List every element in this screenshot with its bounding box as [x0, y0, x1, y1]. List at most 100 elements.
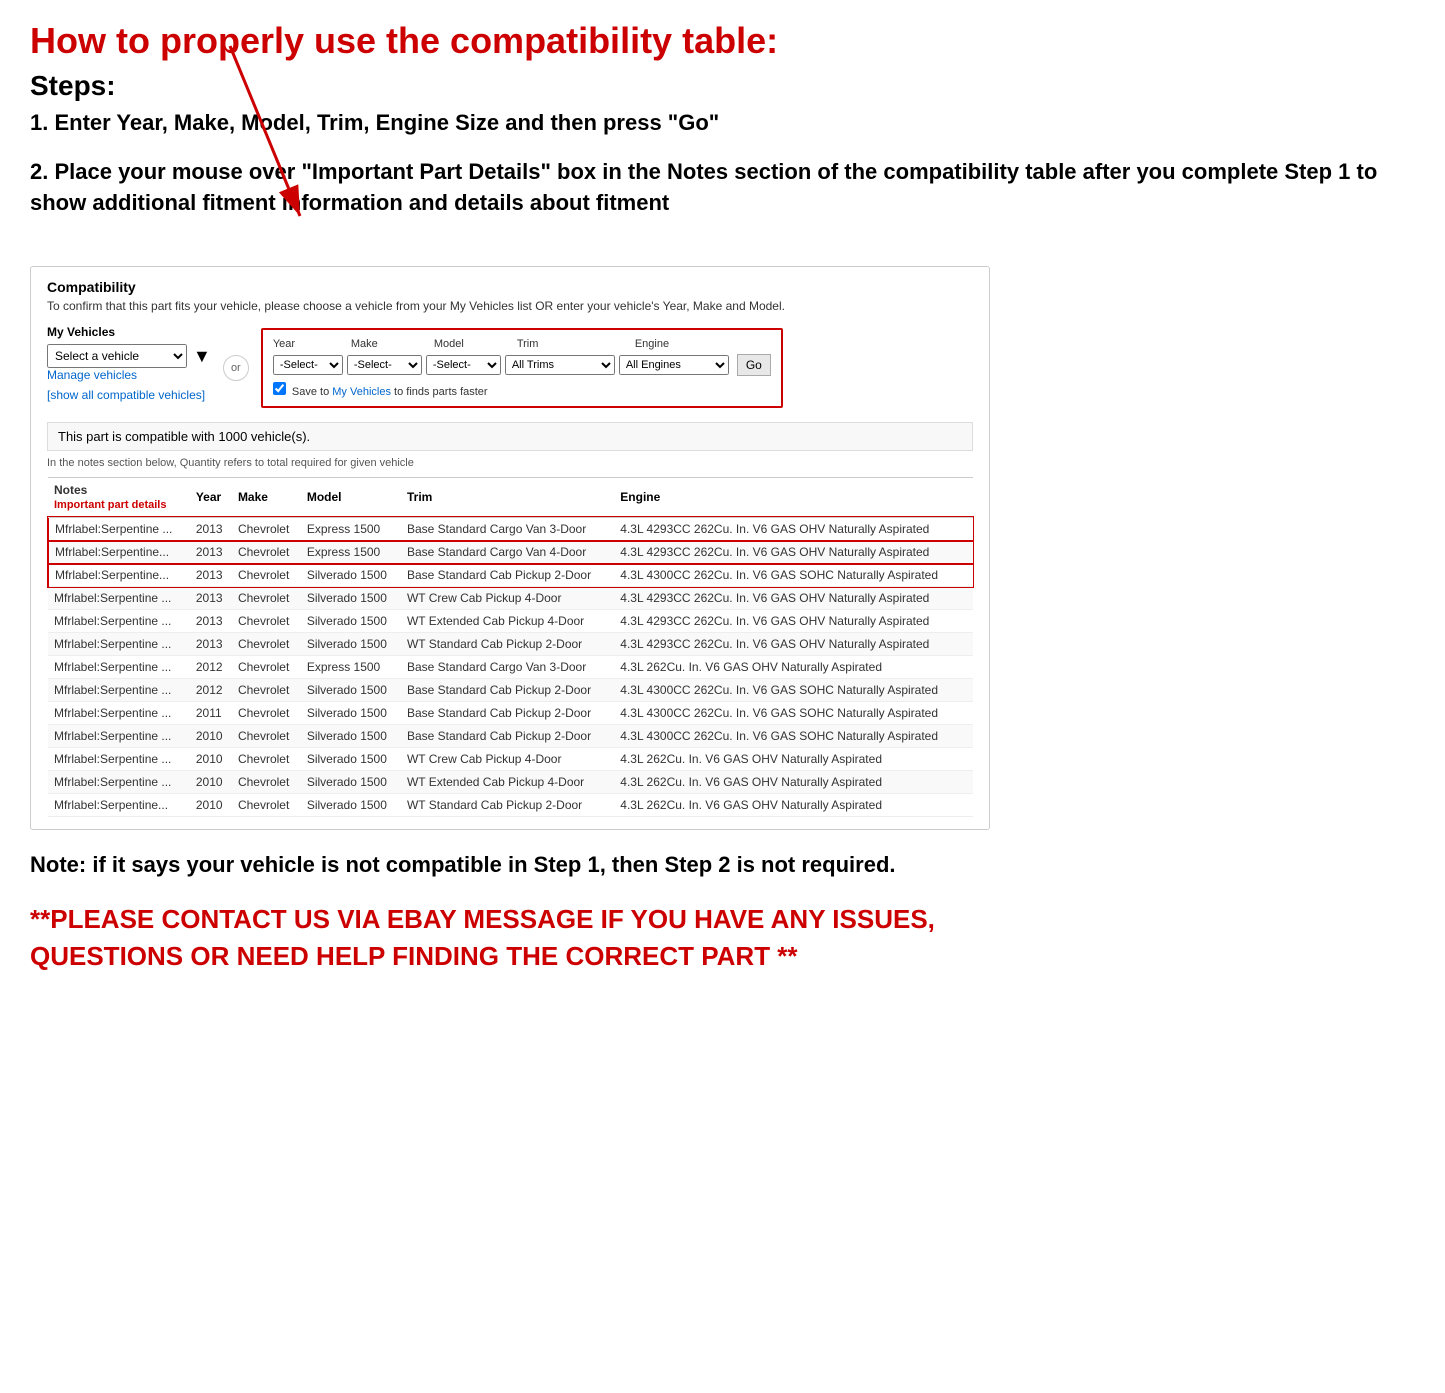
model-label: Model [434, 338, 509, 350]
trim-cell: WT Crew Cab Pickup 4-Door [401, 587, 614, 610]
table-row: Mfrlabel:Serpentine ... 2010 Chevrolet S… [48, 771, 973, 794]
year-select[interactable]: -Select- [273, 355, 343, 375]
year-cell: 2013 [190, 610, 232, 633]
engine-cell: 4.3L 4293CC 262Cu. In. V6 GAS OHV Natura… [614, 587, 973, 610]
dropdown-arrow-icon[interactable]: ▼ [193, 346, 211, 367]
engine-cell: 4.3L 262Cu. In. V6 GAS OHV Naturally Asp… [614, 748, 973, 771]
my-vehicles-link[interactable]: My Vehicles [332, 386, 391, 398]
step2-area: 2. Place your mouse over "Important Part… [30, 157, 1415, 267]
model-cell: Express 1500 [301, 656, 401, 679]
compat-count-box: This part is compatible with 1000 vehicl… [47, 422, 973, 451]
year-label: Year [273, 338, 343, 350]
make-cell: Chevrolet [232, 564, 301, 587]
year-cell: 2010 [190, 725, 232, 748]
save-text: Save to [292, 386, 329, 398]
my-vehicles-section: My Vehicles Select a vehicle ▼ Manage ve… [47, 323, 211, 412]
save-line: Save to My Vehicles to finds parts faste… [273, 382, 771, 398]
engine-select[interactable]: All Engines [619, 355, 729, 375]
notes-cell: Mfrlabel:Serpentine ... [48, 610, 190, 633]
ymm-labels-row: Year Make Model Trim Engine [273, 338, 771, 350]
trim-cell: Base Standard Cab Pickup 2-Door [401, 725, 614, 748]
show-all-link[interactable]: [show all compatible vehicles] [47, 388, 205, 402]
model-cell: Express 1500 [301, 541, 401, 564]
table-row: Mfrlabel:Serpentine ... 2012 Chevrolet E… [48, 656, 973, 679]
engine-label: Engine [635, 338, 745, 350]
ymm-box: Year Make Model Trim Engine -Select- -Se… [261, 328, 783, 408]
notes-cell: Mfrlabel:Serpentine ... [48, 517, 190, 541]
model-select[interactable]: -Select- [426, 355, 501, 375]
notes-cell: Mfrlabel:Serpentine ... [48, 587, 190, 610]
model-cell: Silverado 1500 [301, 679, 401, 702]
model-cell: Express 1500 [301, 517, 401, 541]
trim-cell: WT Crew Cab Pickup 4-Door [401, 748, 614, 771]
table-row: Mfrlabel:Serpentine ... 2012 Chevrolet S… [48, 679, 973, 702]
table-row: Mfrlabel:Serpentine ... 2013 Chevrolet S… [48, 633, 973, 656]
trim-cell: Base Standard Cab Pickup 2-Door [401, 702, 614, 725]
model-cell: Silverado 1500 [301, 702, 401, 725]
compat-title: Compatibility [47, 279, 973, 295]
col-header-year: Year [190, 478, 232, 518]
engine-cell: 4.3L 4300CC 262Cu. In. V6 GAS SOHC Natur… [614, 725, 973, 748]
col-header-model: Model [301, 478, 401, 518]
make-cell: Chevrolet [232, 633, 301, 656]
trim-cell: WT Extended Cab Pickup 4-Door [401, 610, 614, 633]
model-cell: Silverado 1500 [301, 633, 401, 656]
make-select[interactable]: -Select- [347, 355, 422, 375]
make-cell: Chevrolet [232, 748, 301, 771]
col-header-notes: Notes Important part details [48, 478, 190, 518]
trim-cell: Base Standard Cab Pickup 2-Door [401, 679, 614, 702]
engine-cell: 4.3L 4300CC 262Cu. In. V6 GAS SOHC Natur… [614, 702, 973, 725]
engine-cell: 4.3L 262Cu. In. V6 GAS OHV Naturally Asp… [614, 656, 973, 679]
make-cell: Chevrolet [232, 587, 301, 610]
table-row: Mfrlabel:Serpentine... 2013 Chevrolet Si… [48, 564, 973, 587]
contact-section: **PLEASE CONTACT US VIA EBAY MESSAGE IF … [30, 901, 990, 974]
table-row: Mfrlabel:Serpentine ... 2013 Chevrolet S… [48, 587, 973, 610]
year-cell: 2013 [190, 541, 232, 564]
model-cell: Silverado 1500 [301, 771, 401, 794]
notes-cell: Mfrlabel:Serpentine ... [48, 725, 190, 748]
notes-cell: Mfrlabel:Serpentine ... [48, 702, 190, 725]
notes-cell: Mfrlabel:Serpentine ... [48, 771, 190, 794]
table-row: Mfrlabel:Serpentine ... 2013 Chevrolet S… [48, 610, 973, 633]
notes-cell: Mfrlabel:Serpentine ... [48, 656, 190, 679]
engine-cell: 4.3L 262Cu. In. V6 GAS OHV Naturally Asp… [614, 794, 973, 817]
table-row: Mfrlabel:Serpentine... 2010 Chevrolet Si… [48, 794, 973, 817]
compatibility-container: Compatibility To confirm that this part … [30, 266, 990, 830]
engine-cell: 4.3L 4293CC 262Cu. In. V6 GAS OHV Natura… [614, 633, 973, 656]
engine-cell: 4.3L 4293CC 262Cu. In. V6 GAS OHV Natura… [614, 541, 973, 564]
col-header-make: Make [232, 478, 301, 518]
col-header-trim: Trim [401, 478, 614, 518]
manage-vehicles-link[interactable]: Manage vehicles [47, 368, 211, 382]
year-cell: 2011 [190, 702, 232, 725]
notes-cell: Mfrlabel:Serpentine... [48, 794, 190, 817]
notes-cell: Mfrlabel:Serpentine... [48, 564, 190, 587]
ymm-selects-row: -Select- -Select- -Select- All Trims All… [273, 354, 771, 376]
trim-cell: WT Standard Cab Pickup 2-Door [401, 794, 614, 817]
trim-cell: WT Extended Cab Pickup 4-Door [401, 771, 614, 794]
year-cell: 2013 [190, 633, 232, 656]
make-cell: Chevrolet [232, 794, 301, 817]
engine-cell: 4.3L 4300CC 262Cu. In. V6 GAS SOHC Natur… [614, 679, 973, 702]
make-cell: Chevrolet [232, 725, 301, 748]
or-divider: or [223, 355, 249, 381]
arrow-indicator [170, 36, 350, 256]
make-cell: Chevrolet [232, 702, 301, 725]
model-cell: Silverado 1500 [301, 725, 401, 748]
make-label: Make [351, 338, 426, 350]
compat-note: In the notes section below, Quantity ref… [47, 457, 973, 469]
year-cell: 2010 [190, 794, 232, 817]
table-row: Mfrlabel:Serpentine ... 2011 Chevrolet S… [48, 702, 973, 725]
select-vehicle-dropdown[interactable]: Select a vehicle [47, 344, 187, 368]
trim-select[interactable]: All Trims [505, 355, 615, 375]
make-cell: Chevrolet [232, 656, 301, 679]
go-button[interactable]: Go [737, 354, 771, 376]
model-cell: Silverado 1500 [301, 587, 401, 610]
table-row: Mfrlabel:Serpentine ... 2013 Chevrolet E… [48, 517, 973, 541]
important-part-label: Important part details [54, 499, 166, 511]
engine-cell: 4.3L 4293CC 262Cu. In. V6 GAS OHV Natura… [614, 517, 973, 541]
table-row: Mfrlabel:Serpentine ... 2010 Chevrolet S… [48, 725, 973, 748]
save-checkbox[interactable] [273, 382, 286, 395]
compat-row: My Vehicles Select a vehicle ▼ Manage ve… [47, 323, 973, 412]
notes-cell: Mfrlabel:Serpentine... [48, 541, 190, 564]
note-section: Note: if it says your vehicle is not com… [30, 850, 990, 881]
